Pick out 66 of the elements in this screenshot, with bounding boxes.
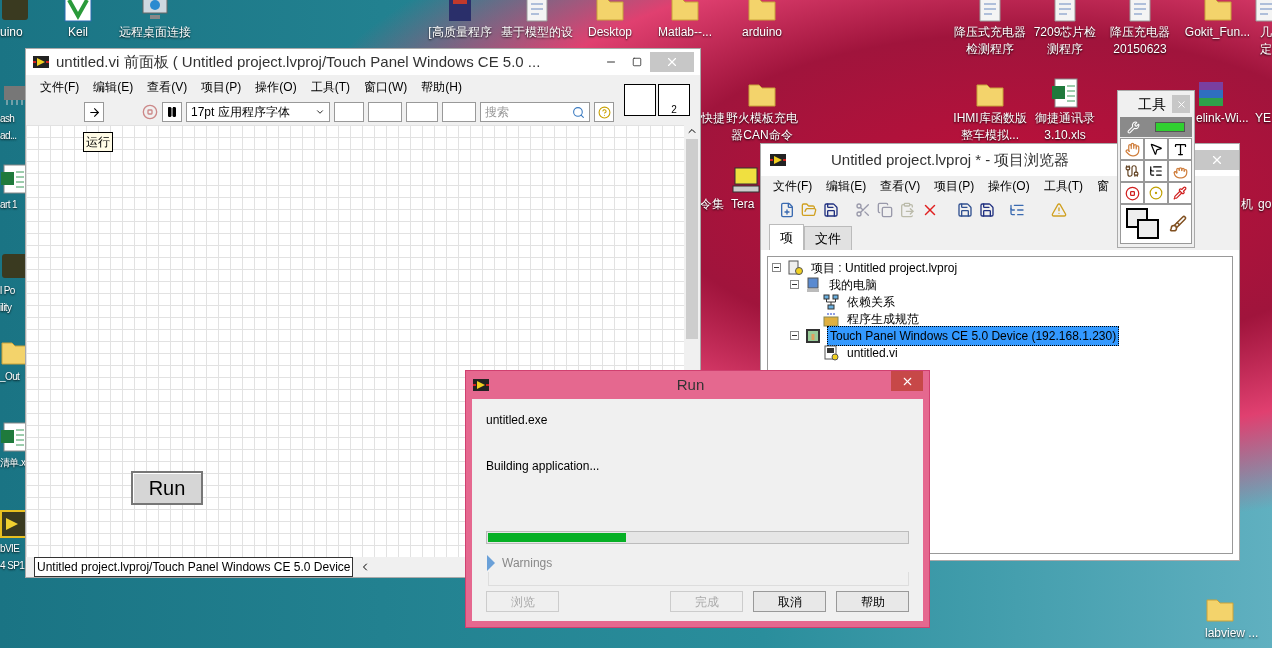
desktop-icon-label[interactable]: Tera: [731, 196, 755, 213]
warnings-label: Warnings: [502, 555, 553, 572]
desktop-icon-label[interactable]: elink-Wi...: [1196, 110, 1249, 127]
tree-item[interactable]: 项目 : Untitled project.lvproj: [809, 258, 960, 277]
desktop-icon-label[interactable]: Gokit_Fun...: [1184, 24, 1251, 41]
desktop-icon-label[interactable]: uino: [0, 24, 23, 41]
menu-item[interactable]: 编辑(E): [93, 78, 134, 96]
desktop-icon-label[interactable]: 快捷: [701, 110, 725, 127]
desktop-icon-label[interactable]: 降压式充电器检测程序: [953, 24, 1027, 58]
desktop-icon-label[interactable]: 机: [1241, 196, 1253, 213]
desktop-icon-label[interactable]: go: [1258, 196, 1272, 213]
dialog-button[interactable]: 取消: [753, 591, 826, 612]
menu-item[interactable]: 文件(F): [773, 177, 813, 195]
desktop-icon-label[interactable]: 7209芯片检测程序: [1030, 24, 1100, 58]
desktop-icon-label[interactable]: YE: [1255, 110, 1271, 127]
desktop-icon-label[interactable]: l Po ility: [0, 282, 15, 316]
connector-pane: 2: [658, 84, 690, 116]
tree-item[interactable]: 依赖关系: [845, 292, 897, 311]
menu-item[interactable]: 项目(P): [934, 177, 975, 195]
font-dropdown[interactable]: 17pt 应用程序字体: [186, 102, 330, 122]
desktop-icon-label[interactable]: Desktop: [588, 24, 632, 41]
tree-item[interactable]: 程序生成规范: [845, 309, 921, 328]
menu-item[interactable]: 帮助(H): [421, 78, 462, 96]
file-name: untitled.exe: [486, 412, 549, 429]
menu-item[interactable]: 文件(F): [40, 78, 80, 96]
run-control-button[interactable]: Run: [131, 471, 203, 505]
status-message: Building application...: [486, 458, 601, 475]
desktop-icon-label[interactable]: ash ad...: [0, 110, 17, 144]
menu-item[interactable]: 项目(P): [201, 78, 242, 96]
desktop-icon-label[interactable]: 降压充电器 20150623: [1110, 24, 1170, 58]
tree-item[interactable]: 我的电脑: [827, 275, 879, 294]
menu-item[interactable]: 工具(T): [310, 78, 350, 96]
dialog-button[interactable]: 帮助: [836, 591, 909, 612]
desktop-icon-label[interactable]: 远程桌面连接: [119, 24, 191, 41]
desktop-icon-label[interactable]: 令集: [700, 196, 724, 213]
control-label: 运行: [83, 132, 113, 152]
desktop-icon-label[interactable]: 几定: [1259, 24, 1272, 58]
menu-item[interactable]: 窗: [1097, 177, 1109, 195]
tree-item[interactable]: Touch Panel Windows CE 5.0 Device (192.168.1.230): [827, 325, 1120, 346]
menu-item[interactable]: 编辑(E): [826, 177, 867, 195]
desktop-icon-label[interactable]: arduino: [742, 24, 782, 41]
desktop-icon-label[interactable]: 野火模板充电器CAN命令: [724, 110, 800, 144]
tab[interactable]: 项: [769, 224, 804, 250]
menu-item[interactable]: 查看(V): [147, 78, 188, 96]
status-path: Untitled project.lvproj/Touch Panel Windows CE 5.0 Device: [34, 557, 354, 577]
desktop-icon-label[interactable]: 清单.x: [0, 454, 26, 471]
desktop-icon-label[interactable]: [高质量程序: [428, 24, 492, 41]
palette-title: 工具: [1138, 94, 1166, 114]
dialog-title: Run: [675, 374, 706, 395]
menu-item[interactable]: 工具(T): [1043, 177, 1083, 195]
desktop-icon-label[interactable]: Keil: [68, 24, 88, 41]
desktop-icon-label[interactable]: 御捷通讯录 3.10.xls: [1035, 110, 1095, 144]
window-title: untitled.vi 前面板 ( Untitled project.lvproj/Touch Panel Windows CE 5.0 ...: [56, 51, 542, 72]
menu-item[interactable]: 操作(O): [255, 78, 297, 96]
desktop-icon-label[interactable]: bVIE 4 SP1: [0, 540, 25, 574]
menu-item[interactable]: 操作(O): [988, 177, 1030, 195]
menu-item[interactable]: 查看(V): [880, 177, 921, 195]
window-title: Untitled project.lvproj * - 项目浏览器: [831, 149, 1070, 170]
menu-item[interactable]: 窗口(W): [364, 78, 408, 96]
desktop-icon-label[interactable]: _Out: [0, 368, 20, 385]
desktop-icon-label[interactable]: IHMI库函数版整车模拟...: [950, 110, 1030, 144]
tree-item[interactable]: untitled.vi: [845, 343, 900, 362]
tab[interactable]: 文件: [804, 226, 852, 250]
desktop-icon-label[interactable]: art 1: [0, 196, 17, 213]
desktop-icon-label[interactable]: Matlab--...: [658, 24, 712, 41]
desktop-icon-label[interactable]: 基于模型的设: [501, 24, 573, 41]
